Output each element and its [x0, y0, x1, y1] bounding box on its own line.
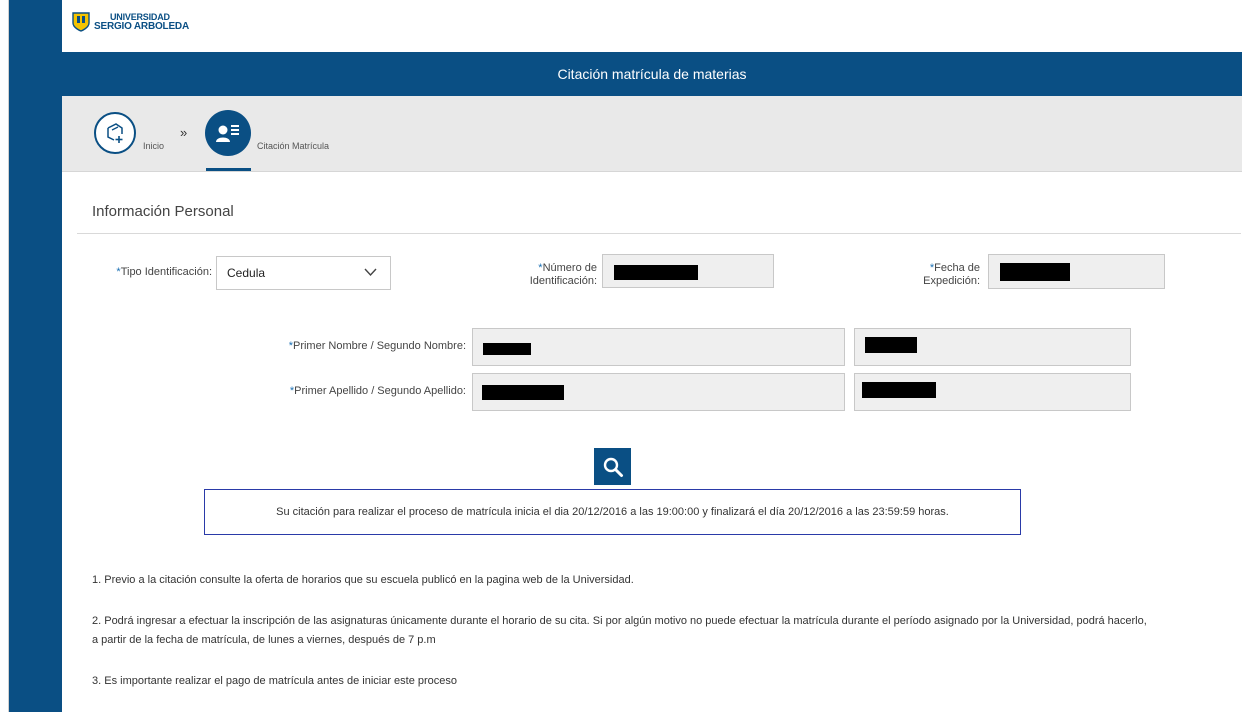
breadcrumb-home-button[interactable]: [94, 112, 136, 154]
shield-icon: [72, 12, 90, 32]
redacted-value: [865, 337, 917, 353]
numero-identificacion-label: *Número de Identificación:: [490, 262, 597, 288]
segundo-nombre-field[interactable]: [854, 328, 1131, 366]
breadcrumb-active-label[interactable]: Citación Matrícula: [257, 141, 329, 151]
page-title-bar: Citación matrícula de materias: [62, 52, 1242, 96]
breadcrumb-home-label[interactable]: Inicio: [143, 141, 164, 151]
tipo-label-text: Tipo Identificación:: [120, 266, 212, 278]
user-list-icon: [216, 125, 239, 142]
instruction-1: 1. Previo a la citación consulte la ofer…: [92, 574, 634, 586]
window-edge: [0, 0, 9, 712]
add-document-icon: [107, 123, 123, 143]
instruction-2: 2. Podrá ingresar a efectuar la inscripc…: [92, 615, 1147, 646]
select-value: Cedula: [227, 266, 266, 280]
numero-identificacion-field[interactable]: [602, 254, 774, 288]
apellido-label: *Primer Apellido / Segundo Apellido:: [200, 385, 466, 398]
tipo-identificacion-select[interactable]: Cedula: [216, 256, 391, 290]
redacted-value: [482, 385, 564, 400]
breadcrumb: Inicio » Citación Matrícula: [62, 96, 1242, 172]
citation-notice-text: Su citación para realizar el proceso de …: [276, 506, 949, 518]
primer-apellido-field[interactable]: [472, 373, 845, 411]
primer-nombre-field[interactable]: [472, 328, 845, 366]
fecha-expedicion-label: *Fecha de Expedición:: [880, 262, 980, 288]
instruction-3: 3. Es importante realizar el pago de mat…: [92, 675, 458, 687]
left-sidebar: [9, 0, 62, 712]
nombre-label: *Primer Nombre / Segundo Nombre:: [200, 340, 466, 353]
fecha-expedicion-field[interactable]: [988, 254, 1165, 289]
logo-line-2: SERGIO ARBOLEDA: [94, 21, 189, 32]
fecha-label-line-2: Expedición:: [923, 275, 980, 287]
apellido-label-text: Primer Apellido / Segundo Apellido:: [294, 385, 466, 397]
redacted-value: [483, 343, 531, 355]
citation-notice: Su citación para realizar el proceso de …: [204, 489, 1021, 535]
top-header: [62, 0, 1245, 52]
fecha-label-line-1: Fecha de: [934, 262, 980, 274]
nombre-label-text: Primer Nombre / Segundo Nombre:: [292, 340, 466, 352]
search-button[interactable]: [594, 448, 631, 485]
section-divider: [77, 233, 1241, 234]
chevron-down-icon: [364, 268, 377, 277]
breadcrumb-separator: »: [180, 125, 188, 140]
search-icon: [603, 457, 623, 477]
tipo-identificacion-label: *Tipo Identificación:: [92, 266, 212, 279]
logo-text: UNIVERSIDAD SERGIO ARBOLEDA: [94, 12, 189, 32]
redacted-value: [614, 265, 698, 280]
section-title: Información Personal: [92, 203, 234, 220]
page-title: Citación matrícula de materias: [557, 66, 747, 82]
numero-label-line-2: Identificación:: [529, 275, 597, 287]
university-logo[interactable]: UNIVERSIDAD SERGIO ARBOLEDA: [72, 12, 189, 32]
divider: [62, 171, 1242, 172]
redacted-value: [1000, 263, 1070, 281]
segundo-apellido-field[interactable]: [854, 373, 1131, 411]
redacted-value: [862, 382, 936, 398]
breadcrumb-active-button[interactable]: [205, 110, 251, 156]
numero-label-line-1: Número de: [542, 262, 597, 274]
